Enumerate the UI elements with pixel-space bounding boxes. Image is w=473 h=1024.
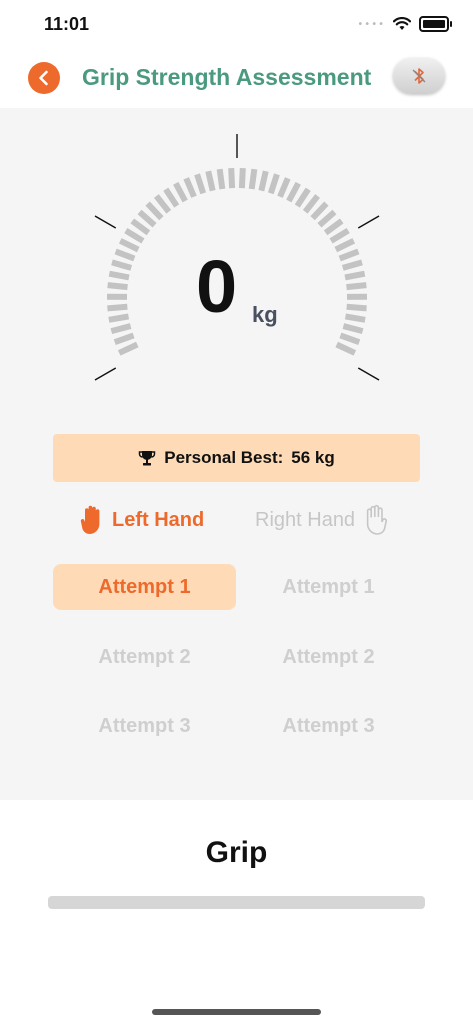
gauge-segment (117, 341, 139, 356)
gauge-segment (183, 177, 197, 198)
gauge-segment (334, 238, 356, 253)
grip-label: Grip (205, 836, 268, 869)
gauge-segment (310, 201, 329, 221)
tab-right-hand-label: Right Hand (255, 508, 356, 531)
trophy-icon (138, 451, 156, 466)
tab-left-hand[interactable]: Left Hand (80, 504, 204, 536)
grip-progress-bar (48, 896, 425, 909)
bluetooth-icon (412, 68, 426, 84)
gauge-segment (111, 259, 133, 271)
header: Grip Strength Assessment (0, 50, 473, 108)
attempt-left-3[interactable]: Attempt 3 (53, 703, 236, 749)
gauge-segment (329, 228, 350, 244)
gauge-segment (154, 194, 172, 214)
gauge-segment (108, 270, 130, 281)
gauge-segment (344, 270, 366, 281)
gauge-segment (341, 259, 363, 271)
wifi-icon (393, 17, 411, 30)
gauge-segment (346, 282, 367, 291)
gauge-segment (238, 167, 246, 189)
personal-best-card: Personal Best: 56 kg (53, 434, 420, 482)
back-button[interactable] (28, 62, 60, 94)
gauge-segment (342, 323, 364, 335)
gauge-segment (124, 228, 145, 244)
battery-icon (419, 16, 452, 32)
right-hand-icon (366, 504, 388, 535)
chevron-left-icon (39, 70, 48, 86)
gauge-segment (335, 341, 357, 356)
gauge-segment (277, 177, 291, 198)
gauge-tick (357, 367, 380, 381)
gauge-segment (258, 170, 269, 192)
gauge-segment (137, 209, 157, 228)
gauge-value: 0 (196, 245, 238, 328)
status-bar: 11:01 •••• (0, 0, 473, 50)
gauge-tick (94, 215, 117, 229)
gauge-segment (344, 313, 366, 323)
bluetooth-button[interactable] (393, 58, 445, 94)
attempt-left-2[interactable]: Attempt 2 (53, 634, 236, 680)
attempt-right-3[interactable]: Attempt 3 (237, 703, 420, 749)
signal-icon: •••• (357, 18, 385, 30)
tab-left-hand-label: Left Hand (112, 508, 205, 531)
gauge-segment (113, 332, 135, 346)
gauge-segment (216, 168, 226, 190)
gauge-segment (228, 167, 236, 189)
gauge-segment (114, 248, 136, 262)
gauge-segment (248, 168, 258, 190)
gauge-segment (302, 194, 320, 214)
gauge-segment (110, 323, 132, 335)
gauge-segment (286, 181, 301, 203)
gauge-segment (107, 282, 128, 291)
gauge-segment (338, 248, 360, 262)
gauge-segment (108, 313, 130, 323)
gauge-segment (107, 303, 128, 312)
gauge-tick (357, 215, 380, 229)
left-hand-icon (80, 505, 100, 534)
attempt-right-1[interactable]: Attempt 1 (237, 564, 420, 610)
gauge-segment (118, 238, 140, 253)
tab-right-hand[interactable]: Right Hand (255, 504, 388, 536)
home-indicator[interactable] (152, 1009, 321, 1015)
gauge-tick (94, 367, 117, 381)
gauge-segment (130, 218, 151, 236)
personal-best-value: 56 kg (291, 448, 335, 467)
gauge-segment (205, 170, 216, 192)
gauge-segment (317, 209, 337, 228)
gauge-segment (267, 173, 280, 195)
gauge-segment (163, 187, 180, 208)
personal-best-label: Personal Best: (164, 448, 284, 467)
gauge-segment (323, 218, 344, 236)
gauge-unit: kg (252, 302, 278, 327)
gauge-segment (194, 173, 207, 195)
status-icons: •••• (357, 16, 452, 32)
attempt-left-1[interactable]: Attempt 1 (53, 564, 236, 610)
gauge-segment (173, 181, 188, 203)
gauge-segment (339, 332, 361, 346)
page-title: Grip Strength Assessment (82, 64, 372, 90)
gauge-segment (145, 201, 164, 221)
gauge-segment (346, 303, 367, 312)
attempt-right-2[interactable]: Attempt 2 (237, 634, 420, 680)
status-time: 11:01 (44, 14, 90, 34)
gauge-segment (294, 187, 311, 208)
